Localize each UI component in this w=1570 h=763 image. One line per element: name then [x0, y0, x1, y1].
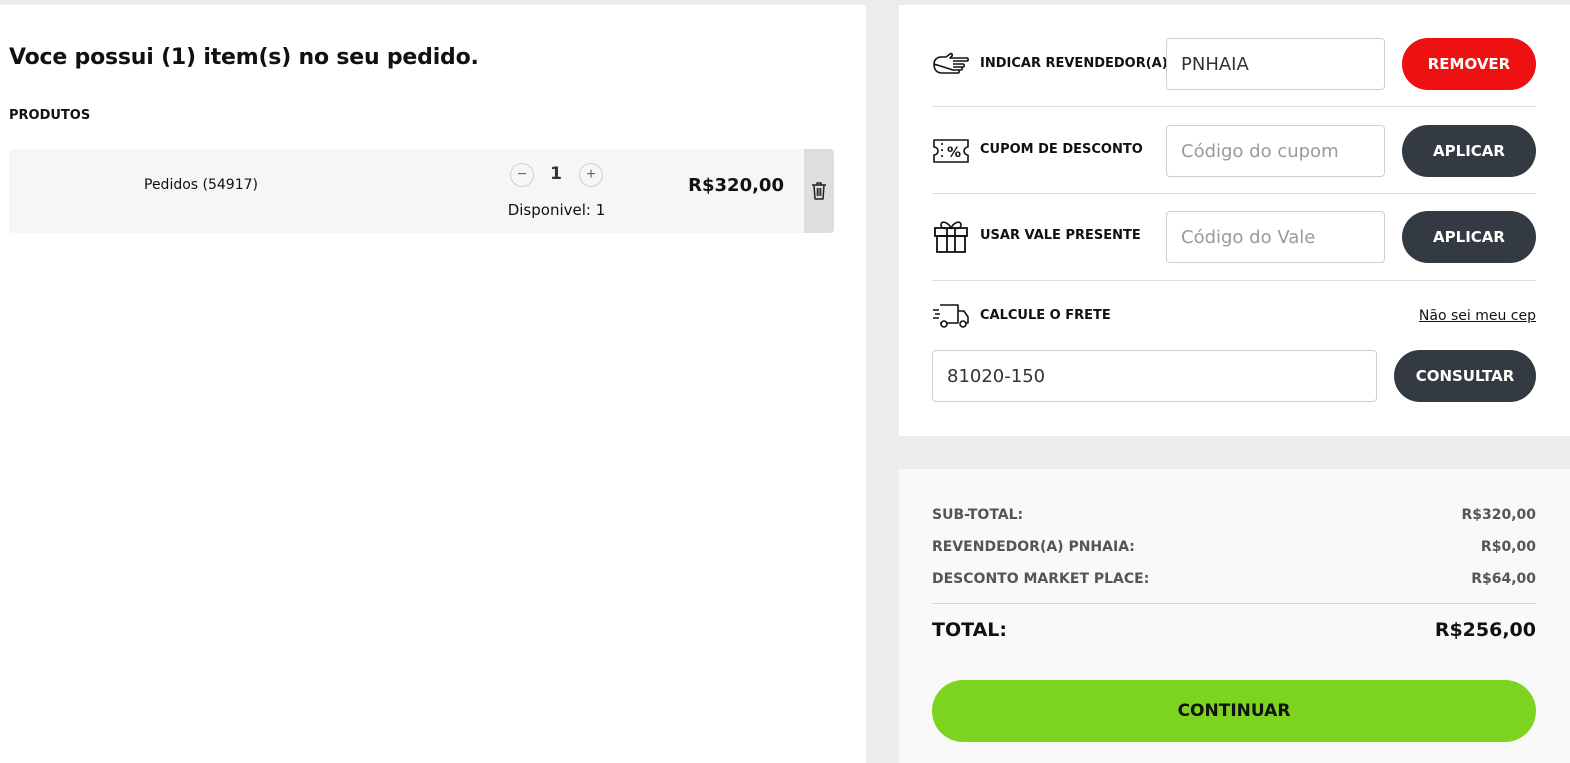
reseller-label: INDICAR REVENDEDOR(A) [980, 56, 1168, 71]
calculate-shipping-button[interactable]: CONSULTAR [1394, 350, 1536, 402]
pointing-hand-icon [932, 49, 970, 81]
delivery-truck-icon [932, 300, 970, 332]
item-price: R$320,00 [688, 175, 784, 196]
order-summary: SUB-TOTAL: R$320,00 REVENDEDOR(A) PNHAIA… [899, 469, 1570, 763]
divider [932, 280, 1536, 281]
reseller-summary-value: R$0,00 [1480, 539, 1536, 555]
gift-card-label: USAR VALE PRESENTE [980, 228, 1141, 243]
subtotal-value: R$320,00 [1461, 507, 1536, 523]
continue-button[interactable]: CONTINUAR [932, 680, 1536, 742]
quantity-value: 1 [550, 164, 562, 184]
total-value: R$256,00 [1434, 619, 1536, 641]
subtotal-row: SUB-TOTAL: R$320,00 [932, 507, 1536, 523]
cart-panel: Voce possui (1) item(s) no seu pedido. P… [0, 5, 866, 763]
remove-reseller-button[interactable]: REMOVER [1402, 38, 1536, 90]
divider [932, 193, 1536, 194]
reseller-row: REVENDEDOR(A) PNHAIA: R$0,00 [932, 539, 1536, 555]
unknown-zip-link[interactable]: Não sei meu cep [1419, 308, 1536, 324]
checkout-options-panel: INDICAR REVENDEDOR(A) REMOVER % CUPOM DE… [899, 5, 1570, 436]
trash-icon [812, 182, 826, 200]
total-row: TOTAL: R$256,00 [932, 619, 1536, 641]
discount-row: DESCONTO MARKET PLACE: R$64,00 [932, 571, 1536, 587]
quantity-increase-button[interactable]: + [579, 163, 603, 187]
gift-icon [932, 219, 970, 253]
discount-ticket-icon: % [932, 135, 970, 167]
cart-item: Pedidos (54917) − 1 + Disponivel: 1 R$32… [9, 149, 834, 233]
cart-title: Voce possui (1) item(s) no seu pedido. [9, 45, 479, 70]
quantity-decrease-button[interactable]: − [510, 163, 534, 187]
apply-gift-card-button[interactable]: APLICAR [1402, 211, 1536, 263]
zip-code-input[interactable] [932, 350, 1377, 402]
remove-item-button[interactable] [804, 149, 834, 233]
divider [932, 106, 1536, 107]
reseller-input[interactable] [1166, 38, 1385, 90]
shipping-label: CALCULE O FRETE [980, 308, 1111, 323]
discount-label: DESCONTO MARKET PLACE: [932, 571, 1150, 587]
apply-coupon-button[interactable]: APLICAR [1402, 125, 1536, 177]
coupon-input[interactable] [1166, 125, 1385, 177]
availability-text: Disponivel: 1 [507, 201, 606, 219]
reseller-summary-label: REVENDEDOR(A) PNHAIA: [932, 539, 1135, 555]
total-label: TOTAL: [932, 619, 1008, 641]
divider [932, 603, 1536, 604]
product-name: Pedidos (54917) [144, 177, 258, 193]
discount-value: R$64,00 [1471, 571, 1536, 587]
svg-text:%: % [947, 145, 961, 161]
subtotal-label: SUB-TOTAL: [932, 507, 1024, 523]
products-label: PRODUTOS [9, 108, 91, 123]
gift-card-input[interactable] [1166, 211, 1385, 263]
coupon-label: CUPOM DE DESCONTO [980, 142, 1143, 157]
